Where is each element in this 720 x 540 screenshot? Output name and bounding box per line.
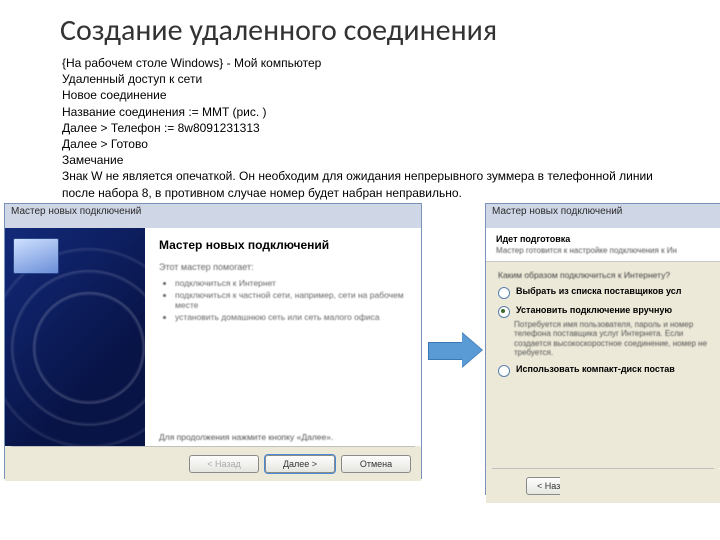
line: {На рабочем столе Windows} - Мой компьют… xyxy=(62,55,684,71)
line: Знак W не является опечаткой. Он необход… xyxy=(62,168,684,200)
window-titlebar: Мастер новых подключений xyxy=(486,204,720,228)
radio-option[interactable]: Выбрать из списка поставщиков усл xyxy=(498,286,714,299)
instruction-text: {На рабочем столе Windows} - Мой компьют… xyxy=(62,55,684,201)
window-titlebar: Мастер новых подключений xyxy=(5,204,421,228)
radio-option[interactable]: Установить подключение вручную xyxy=(498,305,714,318)
line: Далее > Готово xyxy=(62,136,684,152)
wizard-window-setup: Мастер новых подключений Идет подготовка… xyxy=(485,203,720,495)
line: Название соединения := MMT (рис. ) xyxy=(62,104,684,120)
radio-icon xyxy=(498,306,510,318)
radio-option[interactable]: Использовать компакт-диск постав xyxy=(498,364,714,377)
wizard-sidebar-graphic xyxy=(5,228,145,446)
wizard-bullet: подключиться к Интернет xyxy=(175,278,411,288)
wizard-lead-question: Каким образом подключиться к Интернету? xyxy=(498,270,714,280)
wizard-heading: Мастер новых подключений xyxy=(159,238,411,252)
wizard-options-panel: Каким образом подключиться к Интернету? … xyxy=(486,262,720,468)
wizard-footnote: Для продолжения нажмите кнопку «Далее». xyxy=(159,432,411,442)
line: Новое соединение xyxy=(62,87,684,103)
radio-icon xyxy=(498,365,510,377)
wizard-header: Идет подготовка Мастер готовится к настр… xyxy=(486,228,720,262)
line: Замечание xyxy=(62,152,684,168)
wizard-window-welcome: Мастер новых подключений Мастер новых по… xyxy=(4,203,422,479)
radio-label: Использовать компакт-диск постав xyxy=(516,364,675,374)
wizard-heading: Идет подготовка xyxy=(496,234,570,244)
wizard-subtext: Этот мастер помогает: xyxy=(159,262,411,272)
arrow-icon xyxy=(428,333,482,367)
back-button[interactable]: < Наз xyxy=(526,477,560,495)
wizard-subheading: Мастер готовится к настройке подключения… xyxy=(496,246,712,255)
wizard-bullet: подключиться к частной сети, например, с… xyxy=(175,290,411,310)
radio-icon xyxy=(498,287,510,299)
wizard-button-row: < Назад Далее > Отмена xyxy=(5,447,421,481)
device-icon xyxy=(13,238,59,274)
radio-desc: Потребуется имя пользователя, пароль и н… xyxy=(514,320,714,358)
radio-label: Выбрать из списка поставщиков усл xyxy=(516,286,682,296)
line: Удаленный доступ к сети xyxy=(62,71,684,87)
page-title: Создание удаленного соединения xyxy=(60,12,720,49)
wizard-main-panel: Мастер новых подключений Этот мастер пом… xyxy=(145,228,421,446)
cancel-button[interactable]: Отмена xyxy=(341,455,411,473)
back-button[interactable]: < Назад xyxy=(189,455,259,473)
next-button[interactable]: Далее > xyxy=(265,455,335,473)
line: Далее > Телефон := 8w8091231313 xyxy=(62,120,684,136)
wizard-button-row: < Наз xyxy=(486,469,720,503)
wizard-bullet: установить домашнюю сеть или сеть малого… xyxy=(175,312,411,322)
radio-label: Установить подключение вручную xyxy=(516,305,672,315)
